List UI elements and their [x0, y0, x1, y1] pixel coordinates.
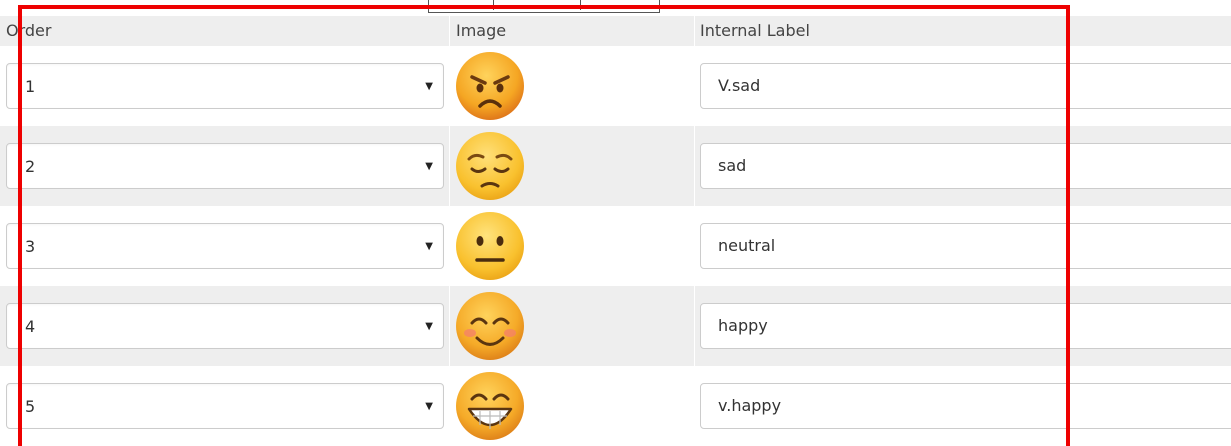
table-row: 3 ▼ neutral: [0, 206, 1231, 286]
table-row: 4 ▼ happy: [0, 286, 1231, 366]
emoji-scale-editor: Order Image Internal Label 1 ▼ V.sad 2 ▼…: [0, 0, 1231, 446]
neutral-face-icon: [456, 212, 524, 280]
column-divider: [694, 126, 695, 206]
top-tab-1[interactable]: [429, 0, 494, 10]
header-image: Image: [456, 21, 507, 40]
dropdown-caret-icon: ▼: [425, 241, 433, 252]
table-header: Order Image Internal Label: [0, 16, 1231, 46]
order-select-value: 5: [25, 397, 36, 416]
dropdown-caret-icon: ▼: [425, 161, 433, 172]
table-row: 5 ▼ v.happy: [0, 366, 1231, 446]
internal-label-input-2[interactable]: sad: [700, 143, 1231, 189]
table-row: 1 ▼ V.sad: [0, 46, 1231, 126]
header-divider: [449, 16, 450, 46]
column-divider: [449, 366, 450, 446]
top-tab-3[interactable]: [581, 0, 659, 10]
smiling-blush-face-icon: [456, 292, 524, 360]
grinning-face-icon: [456, 372, 524, 440]
order-select-value: 4: [25, 317, 36, 336]
order-select-3[interactable]: 3 ▼: [6, 223, 444, 269]
order-select-value: 2: [25, 157, 36, 176]
internal-label-input-3[interactable]: neutral: [700, 223, 1231, 269]
order-select-1[interactable]: 1 ▼: [6, 63, 444, 109]
column-divider: [449, 46, 450, 126]
internal-label-input-4[interactable]: happy: [700, 303, 1231, 349]
header-divider: [694, 16, 695, 46]
pensive-face-icon: [456, 132, 524, 200]
column-divider: [449, 286, 450, 366]
header-internal-label: Internal Label: [700, 21, 810, 40]
order-select-value: 3: [25, 237, 36, 256]
column-divider: [449, 206, 450, 286]
top-tab-2[interactable]: [494, 0, 581, 10]
column-divider: [694, 286, 695, 366]
order-select-2[interactable]: 2 ▼: [6, 143, 444, 189]
internal-label-input-1[interactable]: V.sad: [700, 63, 1231, 109]
order-select-4[interactable]: 4 ▼: [6, 303, 444, 349]
column-divider: [449, 126, 450, 206]
header-order: Order: [6, 21, 52, 40]
angry-face-icon: [456, 52, 524, 120]
internal-label-input-5[interactable]: v.happy: [700, 383, 1231, 429]
column-divider: [694, 206, 695, 286]
dropdown-caret-icon: ▼: [425, 401, 433, 412]
column-divider: [694, 46, 695, 126]
column-divider: [694, 366, 695, 446]
order-select-value: 1: [25, 77, 36, 96]
top-tab-strip: [428, 0, 660, 13]
dropdown-caret-icon: ▼: [425, 81, 433, 92]
order-select-5[interactable]: 5 ▼: [6, 383, 444, 429]
table-row: 2 ▼ sad: [0, 126, 1231, 206]
dropdown-caret-icon: ▼: [425, 321, 433, 332]
